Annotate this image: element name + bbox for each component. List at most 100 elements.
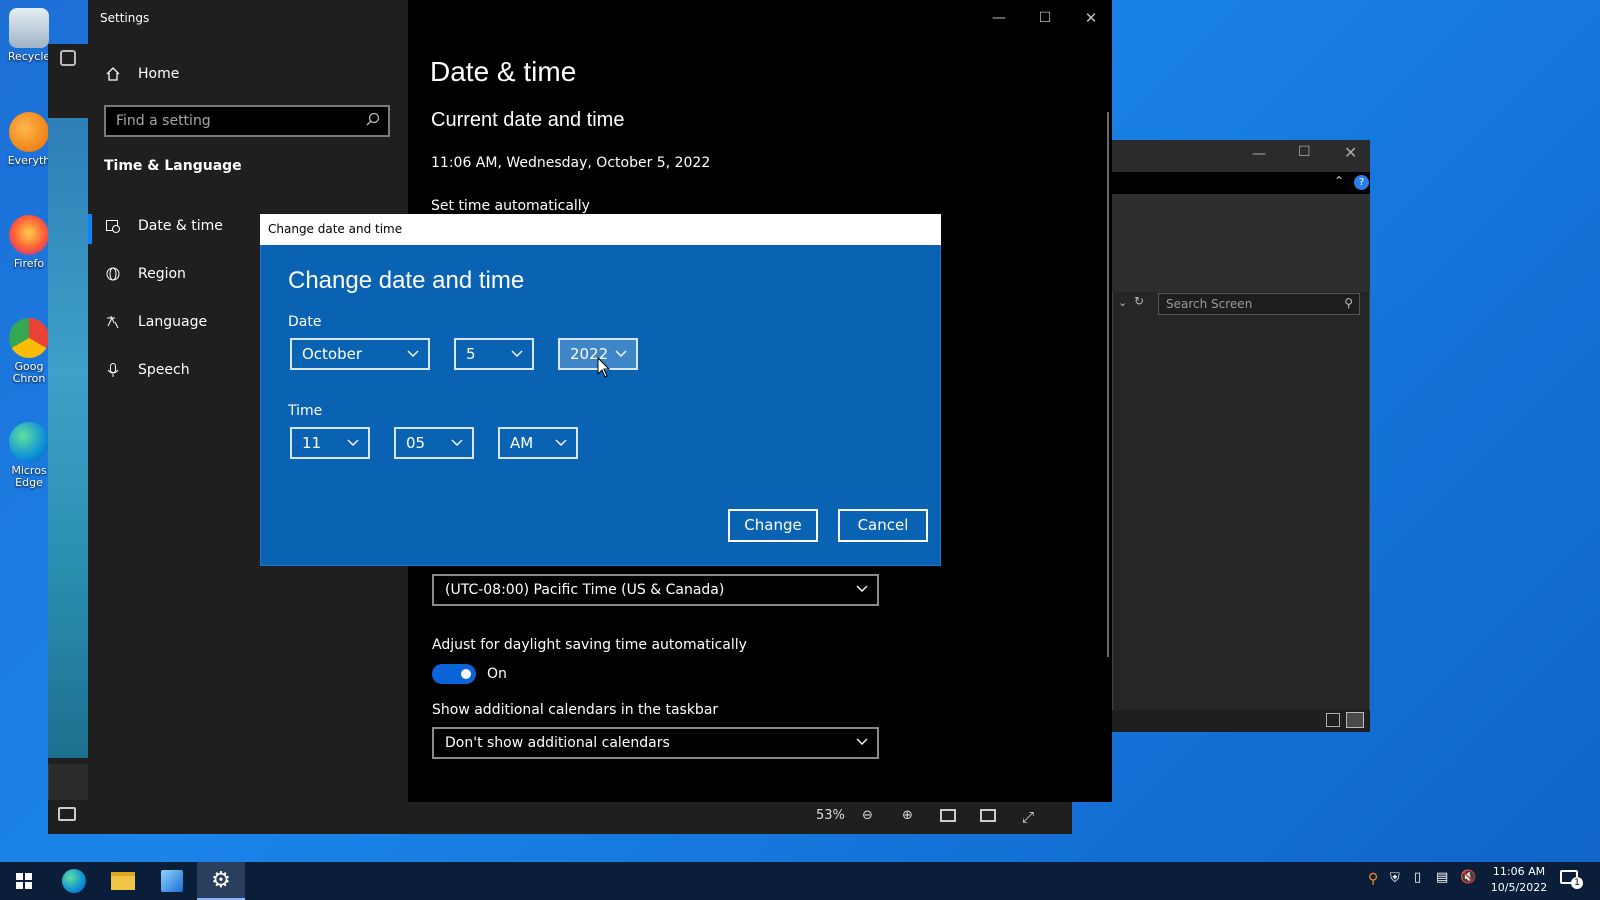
- desktop-icon-edge[interactable]: Micros Edge: [4, 422, 54, 489]
- hour-select[interactable]: 11: [290, 427, 370, 459]
- desktop-icon-everything[interactable]: Everyth: [4, 112, 54, 167]
- everything-tray-icon[interactable]: ⚲: [1368, 871, 1378, 887]
- sidebar-item-language[interactable]: Language: [104, 307, 207, 337]
- chevron-down-icon: [406, 346, 420, 360]
- keyboard-icon[interactable]: [58, 807, 76, 821]
- background-window-statusbar: [1112, 710, 1370, 732]
- clock-calendar-icon: [104, 217, 122, 235]
- change-button[interactable]: Change: [728, 509, 818, 542]
- minute-select[interactable]: 05: [394, 427, 474, 459]
- desktop-icon-firefox[interactable]: Firefo: [4, 215, 54, 270]
- chevron-down-icon: [855, 581, 869, 595]
- viewer-statusbar: 53% ⊖ ⊕ ⤢: [48, 800, 1072, 834]
- volume-muted-icon[interactable]: 🔇: [1460, 870, 1476, 885]
- edge-icon: [62, 869, 86, 893]
- fullscreen-icon[interactable]: ⤢: [1022, 808, 1034, 826]
- timezone-dropdown[interactable]: (UTC-08:00) Pacific Time (US & Canada): [432, 574, 879, 606]
- home-label: Home: [138, 66, 180, 82]
- mouse-cursor-icon: [597, 356, 611, 379]
- fit-window-icon[interactable]: [940, 809, 956, 822]
- chevron-down-icon: [614, 346, 628, 360]
- date-label: Date: [288, 314, 322, 330]
- windows-logo-icon: [16, 873, 32, 889]
- section-title: Time & Language: [104, 158, 242, 174]
- chevron-up-icon[interactable]: ⌃: [1334, 174, 1344, 188]
- background-search-placeholder: Search Screen: [1166, 297, 1253, 311]
- taskbar-clock[interactable]: 11:06 AM 10/5/2022: [1488, 864, 1550, 896]
- close-icon[interactable]: ✕: [1068, 6, 1114, 30]
- zoom-in-icon[interactable]: ⊕: [902, 808, 913, 823]
- zoom-level: 53%: [816, 808, 845, 823]
- calendars-dropdown[interactable]: Don't show additional calendars: [432, 727, 879, 759]
- chrome-icon: [9, 318, 49, 358]
- ampm-select[interactable]: AM: [498, 427, 578, 459]
- timezone-value: (UTC-08:00) Pacific Time (US & Canada): [445, 582, 725, 598]
- ampm-value: AM: [510, 434, 534, 452]
- dialog-heading: Change date and time: [288, 267, 525, 294]
- day-select[interactable]: 5: [454, 338, 534, 370]
- background-search-input[interactable]: Search Screen ⚲: [1158, 293, 1360, 315]
- chevron-down-icon: [855, 734, 869, 748]
- dst-state: On: [487, 666, 507, 682]
- taskbar-file-explorer[interactable]: [99, 862, 147, 900]
- taskbar-photos[interactable]: [148, 862, 196, 900]
- taskbar-time: 11:06 AM: [1492, 865, 1546, 878]
- sidebar-item-region[interactable]: Region: [104, 259, 186, 289]
- search-icon: [366, 112, 380, 130]
- notifications-button[interactable]: 1: [1560, 870, 1583, 890]
- desktop-icon-recycle-bin[interactable]: Recycle: [4, 8, 54, 63]
- chevron-down-icon: [554, 435, 568, 449]
- actual-size-icon[interactable]: [980, 809, 996, 822]
- desktop-icon-label: Firefo: [13, 257, 45, 270]
- sidebar-item-label: Language: [138, 314, 208, 330]
- desktop-icon-label: Goog Chron: [12, 360, 46, 385]
- desktop-icon-label: Micros Edge: [11, 464, 47, 489]
- page-title: Date & time: [430, 56, 577, 87]
- large-icons-view-icon[interactable]: [1346, 712, 1364, 728]
- hour-value: 11: [302, 434, 322, 452]
- zoom-out-icon[interactable]: ⊖: [862, 808, 873, 823]
- maximize-icon[interactable]: ☐: [1298, 144, 1311, 160]
- current-date-time-value: 11:06 AM, Wednesday, October 5, 2022: [431, 155, 711, 171]
- sidebar-item-date-time[interactable]: Date & time: [104, 211, 223, 241]
- home-link[interactable]: Home: [104, 59, 179, 89]
- refresh-icon[interactable]: ↻: [1134, 294, 1144, 308]
- set-time-automatically-label: Set time automatically: [431, 198, 590, 214]
- edge-icon: [9, 422, 49, 462]
- taskbar-edge[interactable]: [50, 862, 98, 900]
- maximize-icon[interactable]: ☐: [1022, 6, 1068, 30]
- find-setting-input[interactable]: Find a setting: [104, 105, 390, 137]
- security-tray-icon[interactable]: ⛨: [1390, 871, 1400, 886]
- taskbar-settings[interactable]: ⚙: [197, 862, 245, 900]
- photo-icon[interactable]: [60, 50, 76, 66]
- settings-scrollbar[interactable]: [1107, 112, 1109, 657]
- calendars-value: Don't show additional calendars: [445, 735, 670, 751]
- chevron-down-icon: [346, 435, 360, 449]
- cancel-button[interactable]: Cancel: [838, 509, 928, 542]
- month-value: October: [302, 345, 363, 363]
- selected-indicator: [88, 214, 92, 244]
- chevron-down-icon[interactable]: ⌄: [1118, 296, 1127, 309]
- details-view-icon[interactable]: [1326, 713, 1340, 727]
- usb-tray-icon[interactable]: ▯: [1414, 870, 1421, 885]
- desktop-icon-label: Recycle: [7, 50, 51, 63]
- globe-icon: [104, 265, 122, 283]
- microphone-icon: [104, 361, 122, 379]
- chevron-down-icon: [510, 346, 524, 360]
- background-window-ribbon: ⌃ ?: [1112, 172, 1370, 194]
- help-icon[interactable]: ?: [1354, 175, 1369, 190]
- sidebar-item-speech[interactable]: Speech: [104, 355, 190, 385]
- network-icon[interactable]: ▤: [1436, 870, 1448, 885]
- dst-toggle[interactable]: [432, 664, 476, 684]
- current-date-time-heading: Current date and time: [431, 109, 625, 131]
- taskbar-date: 10/5/2022: [1490, 881, 1548, 894]
- desktop-icon-chrome[interactable]: Goog Chron: [4, 318, 54, 385]
- language-icon: [104, 313, 122, 331]
- minimize-icon[interactable]: —: [1252, 146, 1266, 162]
- month-select[interactable]: October: [290, 338, 430, 370]
- minimize-icon[interactable]: —: [976, 6, 1022, 30]
- close-icon[interactable]: ✕: [1344, 143, 1357, 162]
- toggle-knob: [461, 669, 471, 679]
- start-button[interactable]: [0, 862, 48, 900]
- notification-count: 1: [1571, 877, 1583, 889]
